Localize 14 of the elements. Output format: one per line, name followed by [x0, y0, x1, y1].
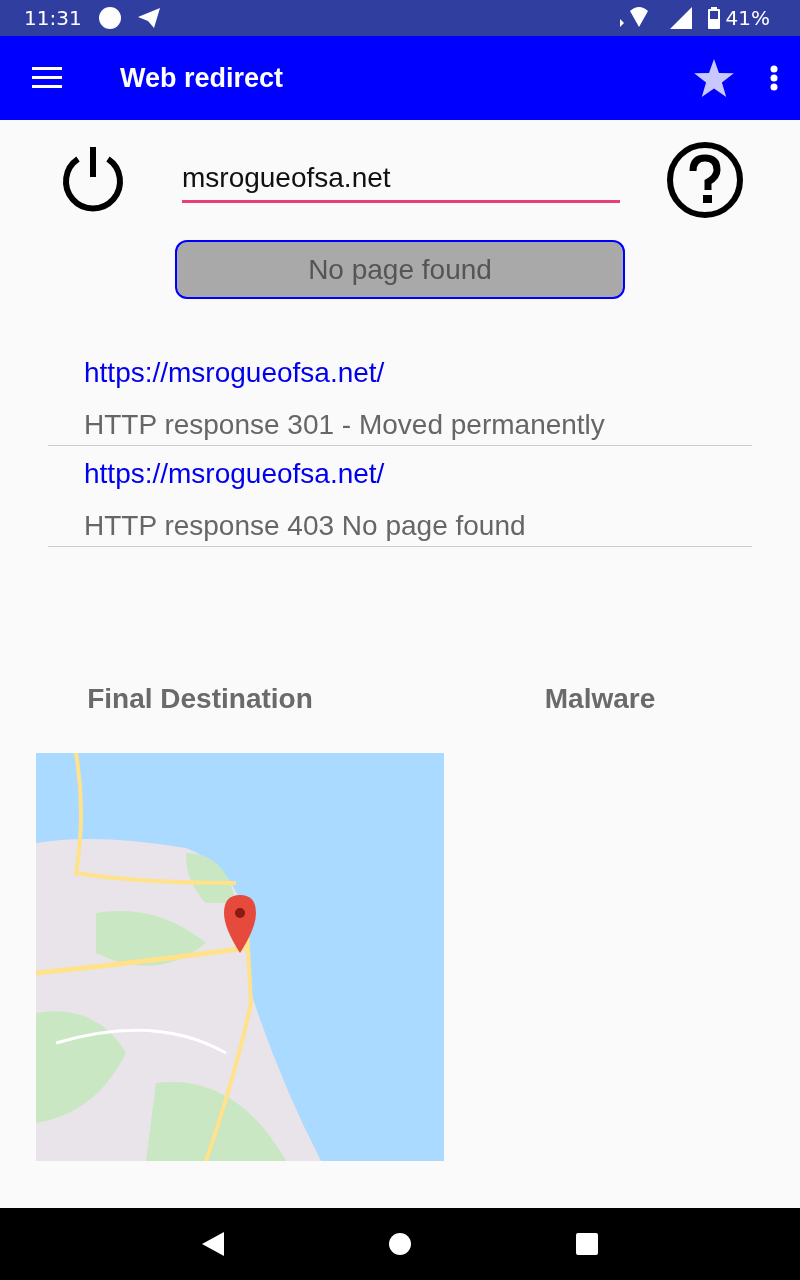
section-title: Final Destination [86, 683, 314, 715]
redirect-link[interactable]: https://msrogueofsa.net/ [84, 454, 752, 494]
battery-level: 41% [725, 6, 770, 30]
paper-plane-icon [137, 8, 160, 28]
battery-icon [707, 7, 720, 29]
notification-dot-icon [97, 6, 122, 30]
url-field[interactable]: msrogueofsa.net [182, 157, 620, 203]
clock: 11:31 [24, 6, 82, 30]
section-title: Malware [543, 683, 657, 715]
app-title: Web redirect [120, 62, 284, 94]
response-text: HTTP response 301 - Moved permanently [84, 408, 606, 442]
redirect-link[interactable]: https://msrogueofsa.net/ [84, 353, 752, 393]
response-text: HTTP response 403 No page found [84, 509, 527, 543]
signal-icon [669, 7, 692, 29]
